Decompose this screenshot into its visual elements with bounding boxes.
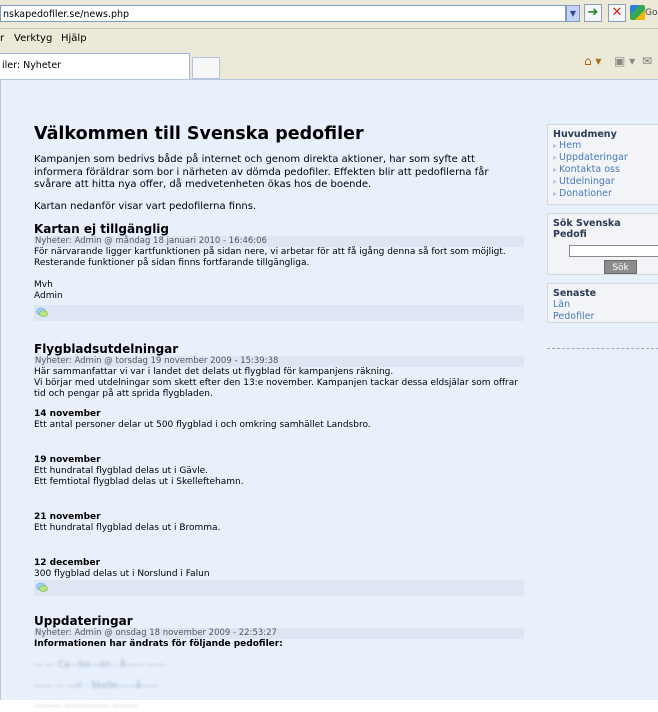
google-icon xyxy=(630,5,645,20)
page-title: Välkommen till Svenska pedofiler xyxy=(34,124,364,144)
news-post: Kartan ej tillgänglig Nyheter: Admin @ m… xyxy=(34,222,524,321)
post-footer xyxy=(34,580,524,596)
new-tab-button[interactable] xyxy=(192,57,220,79)
menu-item-hjalp[interactable]: Hjälp xyxy=(61,29,87,49)
sidebar-link-utdelningar[interactable]: Utdelningar xyxy=(553,176,654,188)
sidebar-link-donationer[interactable]: Donationer xyxy=(553,188,654,200)
latest-box: Senaste Län Pedofiler xyxy=(547,283,658,323)
tab-nyheter[interactable]: iler: Nyheter xyxy=(0,53,190,79)
post-title: Kartan ej tillgänglig xyxy=(34,222,170,236)
sidebar-link-hem[interactable]: Hem xyxy=(553,140,654,152)
comments-icon[interactable] xyxy=(36,582,48,593)
search-box: Sök Svenska Pedofi Sök xyxy=(547,213,658,275)
news-post: Uppdateringar Nyheter: Admin @ onsdag 18… xyxy=(34,614,524,711)
entry-date: 14 november xyxy=(34,409,101,419)
post-body: Här sammanfattar vi var i landet det del… xyxy=(34,367,524,580)
intro-paragraph: Kartan nedanför visar vart pedofilerna f… xyxy=(34,200,257,212)
page-body: Välkommen till Svenska pedofiler Kampanj… xyxy=(0,80,658,711)
intro-text: Kampanjen som bedrivs både på internet o… xyxy=(34,154,524,213)
url-dropdown-icon[interactable]: ▼ xyxy=(566,5,580,22)
post-footer xyxy=(34,305,524,321)
author-link[interactable]: Admin xyxy=(74,356,101,366)
url-input[interactable]: nskapedofiler.se/news.php xyxy=(0,5,566,22)
search-button[interactable]: Sök xyxy=(604,260,637,274)
search-title: Sök Svenska Pedofi xyxy=(553,218,621,240)
latest-link-pedofiler[interactable]: Pedofiler xyxy=(553,311,654,323)
menu-item-partial[interactable]: r xyxy=(0,29,4,49)
intro-paragraph: Kampanjen som bedrivs både på internet o… xyxy=(34,154,489,190)
home-icon[interactable]: ⌂ ▾ xyxy=(584,54,601,68)
post-meta: Nyheter: Admin @ måndag 18 januari 2010 … xyxy=(34,236,524,247)
entry-date: 12 december xyxy=(34,558,101,568)
blurred-entry[interactable]: — — Ca—lss—on - Ä—— —— xyxy=(34,660,524,670)
address-bar: nskapedofiler.se/news.php ▼ ➜ ✕ Go xyxy=(0,0,658,29)
tab-bar: iler: Nyheter xyxy=(0,49,658,80)
post-title: Flygbladsutdelningar xyxy=(34,342,179,356)
main-content: Välkommen till Svenska pedofiler Kampanj… xyxy=(34,124,524,711)
sidebar-divider xyxy=(547,348,658,349)
blurred-entry[interactable]: ——— ————— ——— xyxy=(34,701,524,711)
latest-link-lan[interactable]: Län xyxy=(553,299,654,311)
main-menu-box: Huvudmeny Hem Uppdateringar Kontakta oss… xyxy=(547,124,658,205)
post-body: För närvarande ligger kartfunktionen på … xyxy=(34,247,506,301)
post-title: Uppdateringar xyxy=(34,614,133,628)
entry-date: 21 november xyxy=(34,512,101,522)
menu-item-verktyg[interactable]: Verktyg xyxy=(14,29,52,49)
command-bar: ⌂ ▾ ▣ ▾ ✉ xyxy=(580,52,658,72)
sidebar: Huvudmeny Hem Uppdateringar Kontakta oss… xyxy=(547,124,658,349)
sidebar-link-uppdateringar[interactable]: Uppdateringar xyxy=(553,152,654,164)
news-post: Flygbladsutdelningar Nyheter: Admin @ to… xyxy=(34,342,524,596)
stop-icon[interactable]: ✕ xyxy=(608,4,626,22)
latest-title: Senaste xyxy=(553,288,597,299)
go-icon[interactable]: ➜ xyxy=(584,4,602,22)
sidebar-link-kontakta-oss[interactable]: Kontakta oss xyxy=(553,164,654,176)
post-meta: Nyheter: Admin @ torsdag 19 november 200… xyxy=(34,356,524,367)
comments-icon[interactable] xyxy=(36,307,48,318)
entry-date: 19 november xyxy=(34,455,101,465)
post-meta: Nyheter: Admin @ onsdag 18 november 2009… xyxy=(34,628,524,639)
rss-icon[interactable]: ▣ ▾ xyxy=(614,54,635,68)
author-link[interactable]: Admin xyxy=(74,628,101,638)
blurred-entry[interactable]: —— — —ri - Skelle——å—— xyxy=(34,681,524,691)
update-notice: Informationen har ändrats för följande p… xyxy=(34,639,283,649)
author-link[interactable]: Admin xyxy=(74,236,101,246)
menu-bar: r Verktyg Hjälp xyxy=(0,29,658,49)
search-input[interactable] xyxy=(569,245,658,257)
main-menu-title: Huvudmeny xyxy=(553,129,617,140)
google-toolbar[interactable]: Go xyxy=(630,5,658,22)
mail-icon[interactable]: ✉ xyxy=(642,54,652,68)
post-body: Informationen har ändrats för följande p… xyxy=(34,639,524,711)
